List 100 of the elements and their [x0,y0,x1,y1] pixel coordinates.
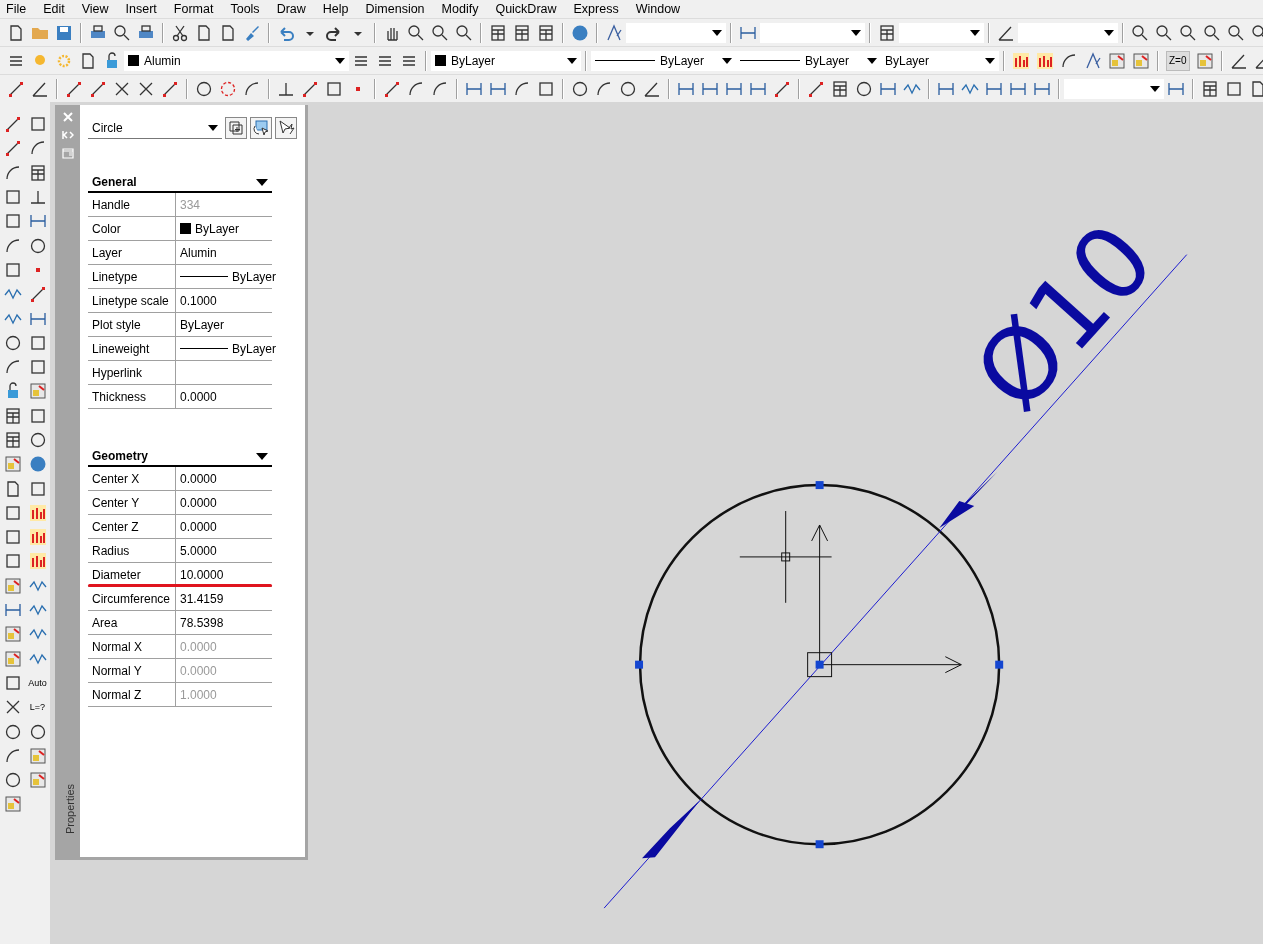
property-value-cell[interactable]: 0.1000 [176,289,272,313]
square-icon[interactable] [28,115,47,134]
page-icon[interactable] [195,23,213,42]
magnifier-icon[interactable] [431,23,449,42]
dashed-circle-icon[interactable] [219,79,237,98]
auto-button[interactable]: Auto [27,673,48,692]
arc-icon[interactable] [1060,51,1078,70]
line-icon[interactable] [383,79,401,98]
select-objects-button[interactable] [250,117,272,139]
square-icon[interactable] [3,673,22,692]
square-icon[interactable] [3,552,22,571]
menu-item[interactable]: Modify [441,2,479,16]
property-value-cell[interactable]: 0.0000 [176,515,272,539]
magnifier-icon[interactable] [1227,23,1245,42]
chart-icon[interactable] [28,552,47,571]
property-value-cell[interactable]: Alumin [176,241,272,265]
z-zero-button[interactable]: Z=0 [1166,50,1190,71]
object-type-dropdown[interactable]: Circle [88,117,222,139]
square-icon[interactable] [3,503,22,522]
arc-icon[interactable] [407,79,425,98]
magnifier-icon[interactable] [455,23,473,42]
line-icon[interactable] [28,285,47,304]
brush-icon[interactable] [243,23,261,42]
menu-item[interactable]: File [6,2,27,16]
grip-handle[interactable] [995,660,1004,669]
plot-style-dropdown[interactable]: ByLayer [881,50,999,71]
chart-icon[interactable] [28,503,47,522]
circle-icon[interactable] [3,771,22,790]
line-icon[interactable] [3,139,22,158]
table-icon[interactable] [28,163,47,182]
circle-icon[interactable] [571,79,589,98]
page-icon[interactable] [79,51,97,70]
property-value-cell[interactable]: 78.5398 [176,611,272,635]
menu-item[interactable]: Window [635,2,681,16]
perpendicular-icon[interactable] [28,188,47,207]
menu-item[interactable]: Dimension [365,2,425,16]
chart-icon[interactable] [1036,51,1054,70]
chart-icon[interactable] [28,528,47,547]
grip-handle[interactable] [815,481,824,490]
line-icon[interactable] [65,79,83,98]
magnifier-icon[interactable] [1131,23,1149,42]
property-value-cell[interactable]: 0.0000 [176,385,272,409]
square-icon[interactable] [325,79,343,98]
arc-icon[interactable] [595,79,613,98]
circle-icon[interactable] [28,431,47,449]
square-icon[interactable] [3,212,22,231]
circle-icon[interactable] [28,722,47,741]
square-icon[interactable] [537,79,555,98]
add-selection-button[interactable] [225,117,247,139]
menu-item[interactable]: Draw [276,2,306,16]
section-header[interactable]: Geometry [88,447,272,467]
arc-icon[interactable] [3,236,22,255]
section-header[interactable]: General [88,173,272,193]
circle-icon[interactable] [28,236,47,255]
circle-icon[interactable] [855,79,873,98]
circle-icon[interactable] [3,333,22,352]
arc-icon[interactable] [3,746,22,765]
circle-icon[interactable] [195,79,213,98]
square-icon[interactable] [28,406,47,425]
square-icon[interactable] [3,260,22,279]
property-value-cell[interactable]: 0.0000 [176,467,272,491]
table-icon[interactable] [3,406,22,425]
grip-handle[interactable] [635,660,644,669]
table-icon[interactable] [537,23,555,42]
quick-select-button[interactable] [275,117,297,139]
circle-icon[interactable] [619,79,637,98]
page-icon[interactable] [1249,79,1263,98]
property-value-cell[interactable]: 5.0000 [176,539,272,563]
table-icon[interactable] [878,23,896,42]
table-icon[interactable] [831,79,849,98]
menu-item[interactable]: Tools [230,2,260,16]
magnifier-icon[interactable] [1203,23,1221,42]
square-icon[interactable] [3,188,22,207]
property-value-cell[interactable]: ByLayer [176,217,272,241]
table-icon[interactable] [3,431,22,449]
magnifier-icon[interactable] [407,23,425,42]
circle-icon[interactable] [3,722,22,741]
menu-item[interactable]: View [81,2,109,16]
square-icon[interactable] [3,528,22,547]
magnifier-icon[interactable] [1179,23,1197,42]
grip-handle[interactable] [815,840,824,849]
property-value-cell[interactable]: ByLayer [176,313,272,337]
square-icon[interactable] [28,358,47,377]
square-icon[interactable] [28,333,47,352]
page-icon[interactable] [7,23,25,42]
table-icon[interactable] [489,23,507,42]
menu-item[interactable]: Help [322,2,349,16]
square-icon[interactable] [1225,79,1243,98]
page-icon[interactable] [219,23,237,42]
magnifier-icon[interactable] [113,23,131,42]
table-icon[interactable] [513,23,531,42]
line-icon[interactable] [773,79,791,98]
magnifier-icon[interactable] [1155,23,1173,42]
line-icon[interactable] [7,79,25,98]
line-icon[interactable] [161,79,179,98]
color-dropdown[interactable]: ByLayer [431,50,581,71]
arc-icon[interactable] [431,79,449,98]
arc-icon[interactable] [3,163,22,182]
layer-dropdown[interactable]: Alumin [124,50,349,71]
length-button[interactable]: L=? [28,698,47,717]
